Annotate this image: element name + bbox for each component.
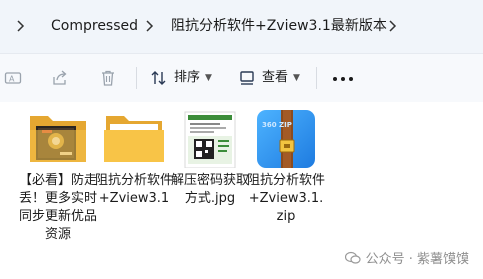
sort-button[interactable]: 排序 ▼: [150, 66, 212, 90]
file-list: 【必看】防走丢！更多实时同步更新优品资源 阻抗分析软件+Zview3.1 解压密…: [0, 102, 483, 279]
toolbar-divider: [316, 67, 317, 89]
sort-label: 排序: [174, 70, 201, 85]
file-name: 阻抗分析软件+Zview3.1: [94, 173, 173, 206]
wechat-icon: [344, 251, 361, 264]
file-name: 阻抗分析软件+Zview3.1.zip: [246, 173, 325, 224]
chevron-right-icon[interactable]: [143, 15, 157, 37]
zip-icon-text: 360 ZIP: [262, 121, 292, 129]
chevron-down-icon: ▼: [293, 73, 300, 83]
more-options-icon[interactable]: [333, 77, 353, 81]
view-button[interactable]: 查看 ▼: [238, 66, 300, 90]
chevron-down-icon: ▼: [205, 73, 212, 83]
toolbar-divider: [136, 67, 137, 89]
breadcrumb-item-current-folder[interactable]: 阻抗分析软件+Zview3.1最新版本: [171, 17, 387, 35]
watermark: 公众号 · 紫薯馍馍: [344, 248, 469, 267]
file-name: 【必看】防走丢！更多实时同步更新优品资源: [18, 173, 97, 242]
breadcrumb-item-compressed[interactable]: Compressed: [51, 17, 138, 35]
delete-button[interactable]: [99, 66, 117, 90]
image-file-icon: [184, 111, 236, 168]
svg-text:A: A: [9, 75, 15, 84]
chevron-right-icon[interactable]: [14, 15, 28, 37]
share-button[interactable]: [51, 66, 69, 90]
view-label: 查看: [262, 70, 289, 85]
zip-archive-icon: 360 ZIP: [257, 110, 315, 168]
view-icon: [240, 71, 254, 85]
folder-icon: [104, 116, 164, 162]
sort-icon: [151, 71, 166, 85]
command-bar: A 排序 ▼ 查看 ▼: [0, 54, 483, 102]
rename-button[interactable]: A: [4, 66, 22, 90]
share-icon: [53, 70, 67, 85]
rename-icon: A: [4, 72, 22, 84]
trash-icon: [102, 70, 114, 86]
file-name: 解压密码获取方式.jpg: [170, 173, 249, 206]
folder-with-image-icon: [30, 116, 86, 162]
breadcrumb: Compressed 阻抗分析软件+Zview3.1最新版本: [0, 0, 483, 54]
chevron-right-icon[interactable]: [386, 15, 400, 37]
watermark-text: 公众号 · 紫薯馍馍: [365, 252, 469, 267]
